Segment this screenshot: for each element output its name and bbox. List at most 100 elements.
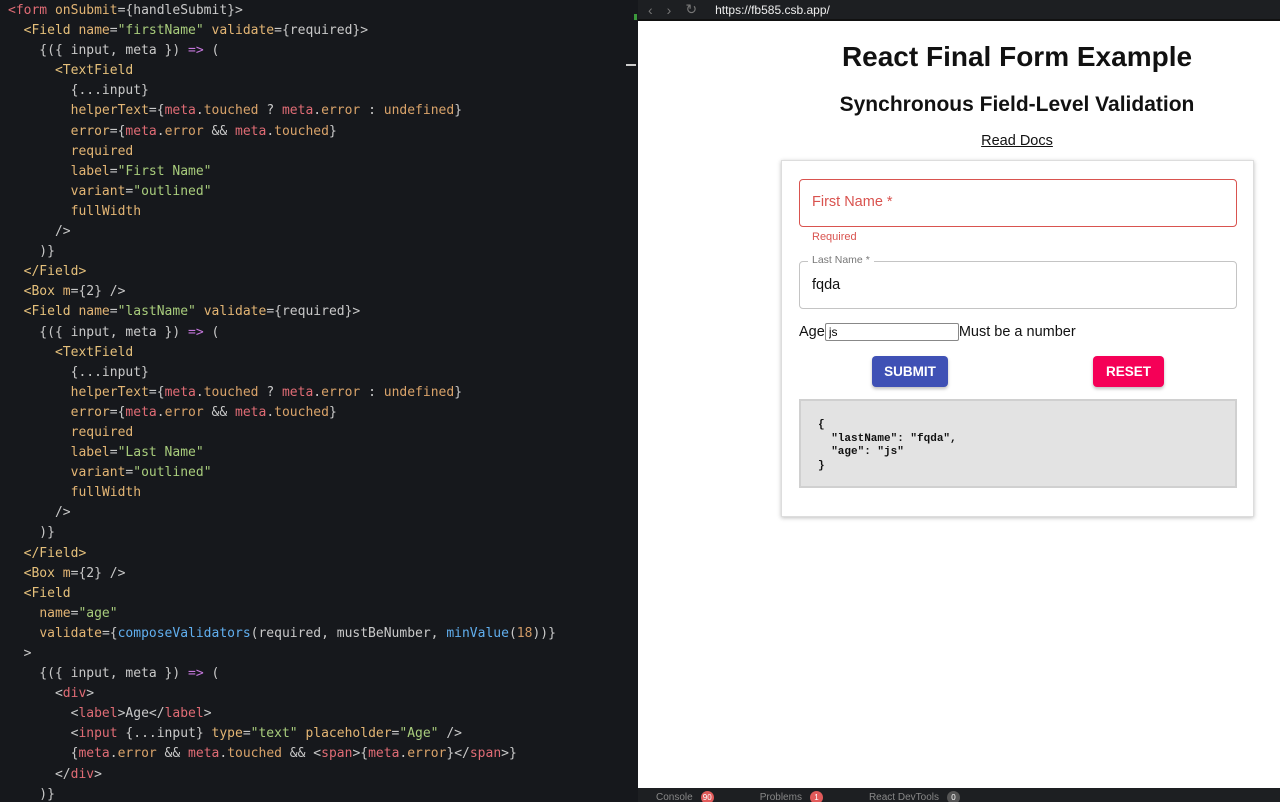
- code-token: "Last Name": [117, 445, 204, 461]
- submit-button[interactable]: SUBMIT: [872, 356, 948, 387]
- code-token: meta: [281, 384, 314, 400]
- code-line: label="Last Name": [0, 443, 638, 463]
- code-line: <label>Age</label>: [0, 704, 638, 724]
- code-token: error: [321, 103, 361, 119]
- code-token: {...input}: [117, 726, 212, 742]
- page-subtitle: Synchronous Field-Level Validation: [839, 93, 1195, 116]
- code-token: span: [321, 746, 353, 762]
- code-token: helperText: [70, 384, 149, 400]
- code-line: <Box m={2} />: [0, 564, 638, 584]
- first-name-helper-text: Required: [812, 231, 857, 243]
- devtools-tab-console[interactable]: Console 90: [656, 791, 714, 802]
- code-token: label: [78, 706, 118, 722]
- reset-button[interactable]: RESET: [1093, 356, 1164, 387]
- code-token: <Box: [23, 284, 55, 300]
- code-line: required: [0, 423, 638, 443]
- code-token: {...input}: [8, 83, 149, 99]
- code-token: :: [360, 384, 384, 400]
- reload-icon[interactable]: ↻: [685, 1, 697, 18]
- last-name-field[interactable]: Last Name * fqda: [799, 254, 1237, 309]
- code-token: ={handleSubmit}>: [117, 3, 243, 18]
- code-token: 18: [516, 625, 533, 641]
- code-token: meta: [188, 746, 220, 762]
- code-token: }: [454, 103, 463, 119]
- code-token: {({ input, meta }): [8, 43, 189, 59]
- code-token: ={: [109, 123, 126, 139]
- code-token: validate: [39, 625, 102, 641]
- code-token: <: [8, 706, 79, 722]
- code-line: label="First Name": [0, 162, 638, 182]
- code-line: )}: [0, 242, 638, 262]
- url-bar[interactable]: https://fb585.csb.app/: [715, 3, 830, 17]
- code-token: ={: [148, 103, 165, 119]
- code-token: &&: [203, 404, 236, 420]
- code-token: touched: [203, 103, 259, 119]
- code-token: >{: [352, 746, 369, 762]
- code-token: error: [117, 746, 157, 762]
- code-token: placeholder: [305, 726, 392, 742]
- code-token: touched: [203, 384, 259, 400]
- code-line: variant="outlined": [0, 182, 638, 202]
- code-token: <Box: [23, 565, 55, 581]
- code-token: .: [156, 404, 165, 420]
- code-line: <input {...input} type="text" placeholde…: [0, 724, 638, 744]
- code-line: )}: [0, 785, 638, 802]
- code-line: required: [0, 142, 638, 162]
- code-token: required: [70, 424, 134, 440]
- first-name-field[interactable]: First Name *: [799, 179, 1237, 227]
- code-editor[interactable]: <form onSubmit={handleSubmit}> <Field na…: [0, 0, 638, 802]
- code-line: )}: [0, 523, 638, 543]
- code-token: touched: [274, 123, 329, 139]
- back-icon[interactable]: ‹: [648, 2, 653, 18]
- devtools-tab-bar: Console 90 Problems 1 React DevTools 0: [638, 788, 1280, 802]
- devtools-tab-react-devtools[interactable]: React DevTools 0: [869, 791, 960, 802]
- read-docs-link[interactable]: Read Docs: [638, 133, 1280, 149]
- code-line: variant="outlined": [0, 463, 638, 483]
- code-line: <div>: [0, 684, 638, 704]
- code-token: ={: [109, 404, 126, 420]
- code-token: .: [219, 746, 228, 762]
- age-input[interactable]: [824, 323, 959, 341]
- code-token: <Field: [23, 585, 71, 601]
- code-line: {...input}: [0, 81, 638, 101]
- code-line: helperText={meta.touched ? meta.error : …: [0, 101, 638, 121]
- code-token: </: [8, 766, 71, 782]
- scrollbar-marker: [626, 64, 636, 66]
- code-token: </Field>: [23, 264, 87, 280]
- code-token: <TextField: [54, 344, 134, 360]
- code-token: m: [62, 565, 71, 581]
- code-token: .: [109, 746, 118, 762]
- code-token: <TextField: [54, 63, 134, 79]
- code-token: )}: [8, 525, 55, 541]
- code-token: />: [438, 726, 462, 742]
- devtools-tab-problems[interactable]: Problems 1: [760, 791, 823, 802]
- code-token: >Age</: [117, 706, 165, 722]
- code-line: </div>: [0, 765, 638, 785]
- forward-icon[interactable]: ›: [667, 2, 672, 18]
- form-card: First Name * Required Last Name * fqda A…: [781, 160, 1254, 517]
- code-token: }: [328, 404, 337, 420]
- code-token: validate: [203, 304, 267, 320]
- code-token: <: [8, 726, 79, 742]
- code-token: {: [8, 746, 79, 762]
- code-line: {...input}: [0, 363, 638, 383]
- code-token: input: [78, 726, 118, 742]
- code-line: </Field>: [0, 544, 638, 564]
- code-token: =>: [188, 666, 204, 682]
- code-token: .: [195, 384, 204, 400]
- code-token: (: [203, 666, 220, 682]
- code-token: <form: [8, 3, 48, 18]
- code-line: fullWidth: [0, 483, 638, 503]
